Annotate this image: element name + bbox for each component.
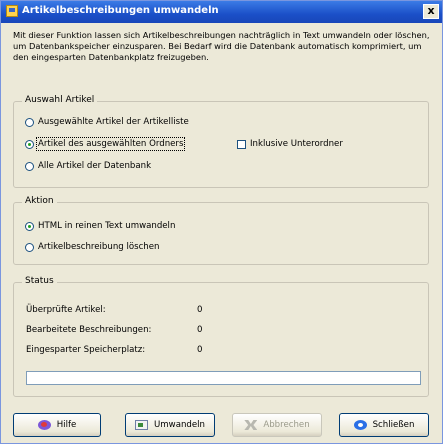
radio-label: HTML in reinen Text umwandeln xyxy=(38,221,176,231)
radio-ausgewaehlte-artikel[interactable]: Ausgewählte Artikel der Artikelliste xyxy=(25,117,189,127)
radio-beschreibung-loeschen[interactable]: Artikelbeschreibung löschen xyxy=(25,242,160,252)
group-title-status: Status xyxy=(22,276,57,286)
convert-icon xyxy=(135,420,148,430)
radio-html-umwandeln[interactable]: HTML in reinen Text umwandeln xyxy=(25,221,175,231)
radio-button[interactable] xyxy=(25,117,34,127)
group-title-aktion: Aktion xyxy=(22,196,57,206)
group-title-auswahl: Auswahl Artikel xyxy=(22,95,98,105)
close-window-button[interactable]: x xyxy=(423,4,439,19)
convert-button-label: Umwandeln xyxy=(154,420,205,430)
close-button-label: Schließen xyxy=(372,420,415,430)
status-value-bearbeitete: 0 xyxy=(197,325,203,335)
radio-button[interactable] xyxy=(25,161,34,171)
app-icon xyxy=(6,5,18,17)
group-aktion: Aktion xyxy=(13,196,429,265)
help-button[interactable]: Hilfe xyxy=(13,413,101,437)
cancel-button[interactable]: Abbrechen xyxy=(232,413,322,437)
radio-label: Artikelbeschreibung löschen xyxy=(38,242,160,252)
radio-label: Ausgewählte Artikel der Artikelliste xyxy=(38,117,189,127)
cancel-icon xyxy=(244,420,258,430)
radio-label: Alle Artikel der Datenbank xyxy=(38,161,152,171)
convert-button[interactable]: Umwandeln xyxy=(125,413,215,437)
radio-label: Artikel des ausgewählten Ordners xyxy=(35,137,186,151)
description-text: Mit dieser Funktion lassen sich Artikelb… xyxy=(13,30,430,62)
status-value-ueberpruefte: 0 xyxy=(197,305,203,315)
help-icon xyxy=(37,420,51,430)
close-dialog-icon xyxy=(353,420,367,430)
checkbox[interactable] xyxy=(237,139,246,149)
window-title: Artikelbeschreibungen umwandeln xyxy=(22,5,219,16)
checkbox-unterordner[interactable]: Inklusive Unterordner xyxy=(237,139,343,149)
radio-button[interactable] xyxy=(25,221,34,231)
status-label-speicherplatz: Eingesparter Speicherplatz: xyxy=(26,345,146,355)
radio-artikel-ordner[interactable]: Artikel des ausgewählten Ordners xyxy=(25,137,186,151)
progress-bar xyxy=(26,371,421,385)
cancel-button-label: Abbrechen xyxy=(263,420,310,430)
radio-button[interactable] xyxy=(25,139,34,149)
status-label-bearbeitete: Bearbeitete Beschreibungen: xyxy=(26,325,152,335)
checkbox-label: Inklusive Unterordner xyxy=(250,139,343,149)
dialog-window: Artikelbeschreibungen umwandeln x Mit di… xyxy=(0,0,443,444)
help-button-label: Hilfe xyxy=(56,420,77,430)
status-value-speicherplatz: 0 xyxy=(197,345,203,355)
radio-button[interactable] xyxy=(25,242,34,252)
title-bar[interactable]: Artikelbeschreibungen umwandeln x xyxy=(1,1,442,23)
status-label-ueberpruefte: Überprüfte Artikel: xyxy=(26,305,106,315)
radio-alle-artikel[interactable]: Alle Artikel der Datenbank xyxy=(25,161,151,171)
close-icon: x xyxy=(427,4,435,17)
close-button[interactable]: Schließen xyxy=(339,413,429,437)
